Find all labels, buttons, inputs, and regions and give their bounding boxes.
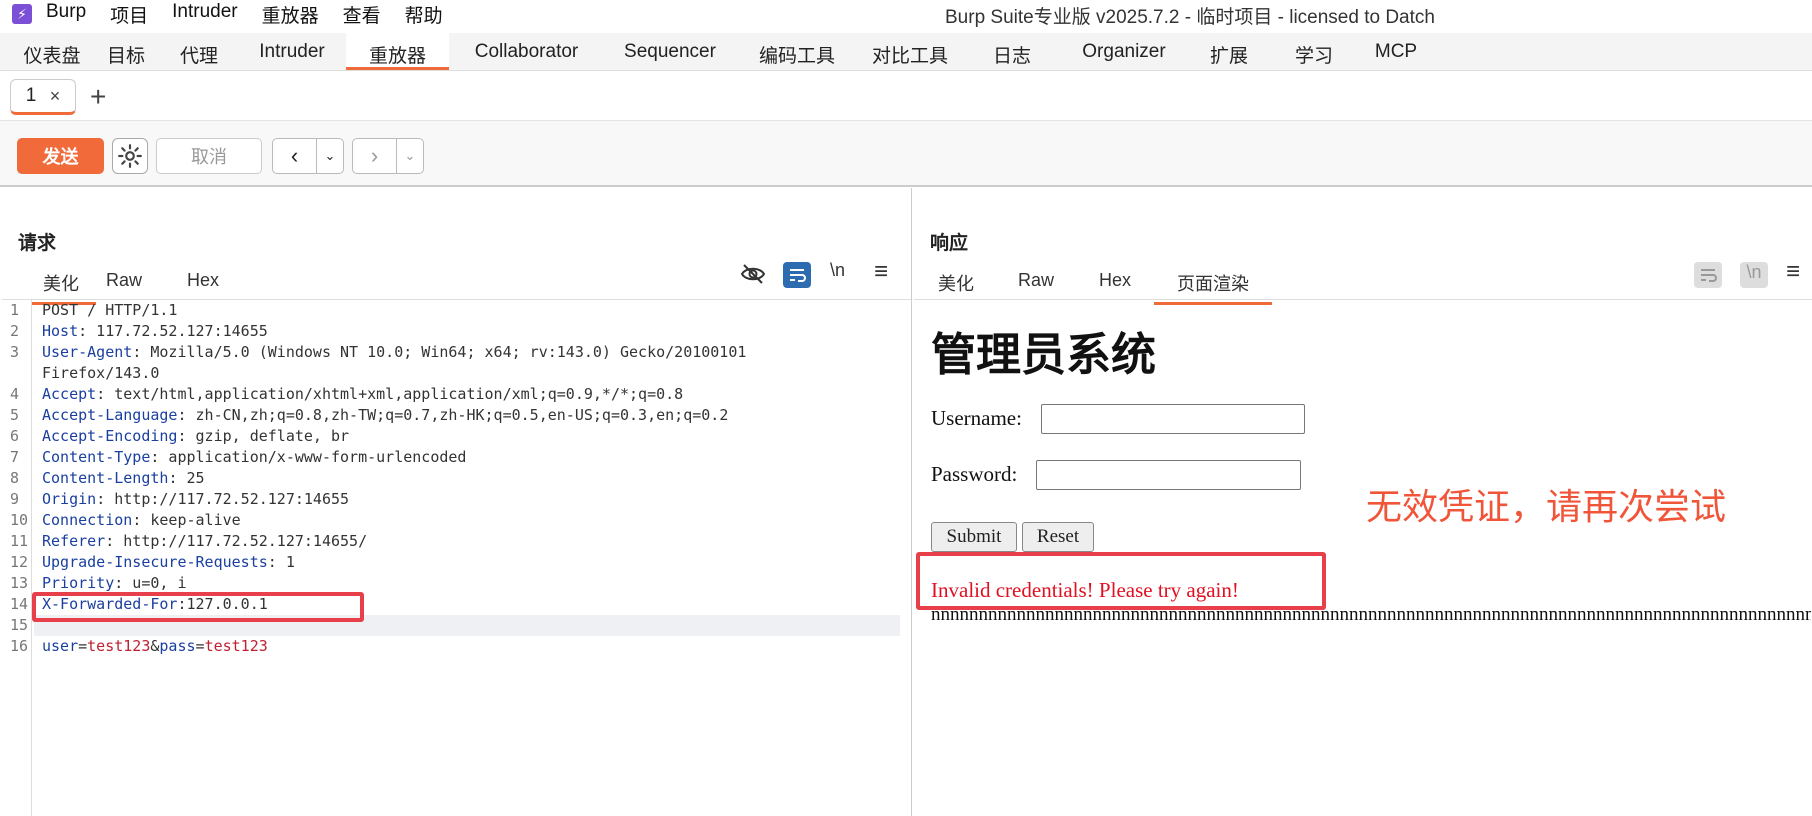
wrap-lines-icon[interactable]	[1694, 262, 1722, 288]
tab-proxy[interactable]: 代理	[160, 33, 238, 70]
tab-mcp[interactable]: MCP	[1356, 33, 1436, 70]
highlight-box-error	[916, 552, 1326, 610]
burp-logo-icon: ⚡	[12, 4, 32, 24]
newline-toggle-icon[interactable]: \n	[830, 260, 845, 281]
request-line: 7 Content-Type: application/x-www-form-ur…	[10, 448, 467, 466]
tab-comparer[interactable]: 对比工具	[858, 33, 962, 70]
request-line: 4 Accept: text/html,application/xhtml+xml…	[10, 385, 684, 403]
password-input[interactable]	[1036, 460, 1301, 490]
menu-icon[interactable]: ≡	[874, 258, 888, 286]
tab-sequencer[interactable]: Sequencer	[604, 33, 736, 70]
request-line: 11 Referer: http://117.72.52.127:14655/	[10, 532, 368, 550]
menu-help[interactable]: 帮助	[405, 1, 443, 28]
window-title: Burp Suite专业版 v2025.7.2 - 临时项目 - license…	[945, 7, 1435, 28]
menu-bar: Burp 项目 Intruder 重放器 查看 帮助	[46, 1, 467, 28]
highlight-box-xff	[32, 592, 364, 622]
username-label: Username:	[931, 406, 1022, 430]
response-tab-hex[interactable]: Hex	[1099, 270, 1131, 297]
forward-nav: › ⌄	[352, 138, 424, 174]
gear-icon[interactable]	[112, 138, 148, 174]
submit-button[interactable]: Submit	[931, 522, 1017, 552]
request-line: 5 Accept-Language: zh-CN,zh;q=0.8,zh-TW;q…	[10, 406, 729, 424]
menu-repeater[interactable]: 重放器	[262, 1, 319, 28]
add-tab-icon[interactable]: +	[90, 81, 106, 113]
request-line: 10 Connection: keep-alive	[10, 511, 241, 529]
request-line: 6 Accept-Encoding: gzip, deflate, br	[10, 427, 350, 445]
page-heading: 管理员系统	[931, 328, 1157, 381]
cancel-button[interactable]: 取消	[156, 138, 262, 174]
repeater-toolbar: 发送 取消 ‹ ⌄ › ⌄	[0, 121, 1812, 187]
chevron-down-icon[interactable]: ⌄	[397, 139, 423, 173]
request-tab-hex[interactable]: Hex	[187, 270, 219, 297]
request-editor[interactable]: 1 POST / HTTP/1.1 2 Host: 117.72.52.127:14…	[2, 300, 911, 816]
repeater-tab-1[interactable]: 1 ×	[10, 79, 76, 115]
tab-repeater[interactable]: 重放器	[346, 33, 449, 70]
title-bar: ⚡ Burp 项目 Intruder 重放器 查看 帮助 Burp Suite专…	[0, 0, 1812, 28]
reset-button[interactable]: Reset	[1022, 522, 1094, 552]
request-title: 请求	[18, 233, 57, 254]
repeater-tab-label: 1	[25, 85, 37, 106]
tab-organizer[interactable]: Organizer	[1062, 33, 1186, 70]
request-pane: 请求 美化 Raw Hex \n ≡ 1 POST / HTTP/1.1 2 Hos…	[2, 188, 912, 816]
request-tab-raw[interactable]: Raw	[106, 270, 142, 297]
tab-intruder[interactable]: Intruder	[238, 33, 346, 70]
menu-burp[interactable]: Burp	[46, 1, 86, 28]
tab-dashboard[interactable]: 仪表盘	[12, 33, 92, 70]
tab-learn[interactable]: 学习	[1272, 33, 1356, 70]
tab-collaborator[interactable]: Collaborator	[449, 33, 604, 70]
response-tab-pretty[interactable]: 美化	[938, 270, 974, 302]
wrap-lines-icon[interactable]	[783, 262, 811, 288]
hide-eye-icon[interactable]	[740, 262, 766, 291]
annotation-note: 无效凭证，请再次尝试	[1366, 487, 1727, 528]
response-tab-raw[interactable]: Raw	[1018, 270, 1054, 297]
request-view-tabs: 美化 Raw Hex \n ≡	[2, 258, 911, 305]
back-nav: ‹ ⌄	[272, 138, 344, 174]
request-line: 12 Upgrade-Insecure-Requests: 1	[10, 553, 295, 571]
request-line: 8 Content-Length: 25	[10, 469, 205, 487]
close-icon[interactable]: ×	[50, 86, 61, 107]
menu-project[interactable]: 项目	[110, 1, 148, 28]
tab-target[interactable]: 目标	[92, 33, 160, 70]
request-line: 9 Origin: http://117.72.52.127:14655	[10, 490, 350, 508]
main-tabs: 仪表盘 目标 代理 Intruder 重放器 Collaborator Sequ…	[0, 33, 1812, 71]
rendered-page: 管理员系统 Username: Password: Submit Reset I…	[914, 300, 1812, 816]
password-label: Password:	[931, 462, 1018, 486]
menu-intruder[interactable]: Intruder	[172, 1, 237, 28]
request-line: Firefox/143.0	[42, 364, 160, 382]
request-line: 1 POST / HTTP/1.1	[10, 301, 178, 319]
menu-icon[interactable]: ≡	[1786, 258, 1800, 286]
request-line: 2 Host: 117.72.52.127:14655	[10, 322, 268, 340]
username-input[interactable]	[1041, 404, 1305, 434]
request-line: 13 Priority: u=0, i	[10, 574, 187, 592]
chevron-right-icon[interactable]: ›	[353, 139, 397, 173]
menu-view[interactable]: 查看	[343, 1, 381, 28]
tab-decoder[interactable]: 编码工具	[736, 33, 858, 70]
chevron-left-icon[interactable]: ‹	[273, 139, 317, 173]
newline-toggle-icon[interactable]: \n	[1740, 262, 1768, 288]
response-view-tabs: 美化 Raw Hex 页面渲染 \n ≡	[914, 258, 1812, 305]
tab-logger[interactable]: 日志	[962, 33, 1062, 70]
tab-extensions[interactable]: 扩展	[1186, 33, 1272, 70]
request-body-line: 16 user=test123&pass=test123	[10, 637, 268, 655]
repeater-tabs: 1 × +	[0, 71, 1812, 121]
chevron-down-icon[interactable]: ⌄	[317, 139, 343, 173]
response-title: 响应	[930, 233, 969, 254]
send-button[interactable]: 发送	[17, 138, 104, 174]
request-line: 3 User-Agent: Mozilla/5.0 (Windows NT 10.…	[10, 343, 747, 361]
